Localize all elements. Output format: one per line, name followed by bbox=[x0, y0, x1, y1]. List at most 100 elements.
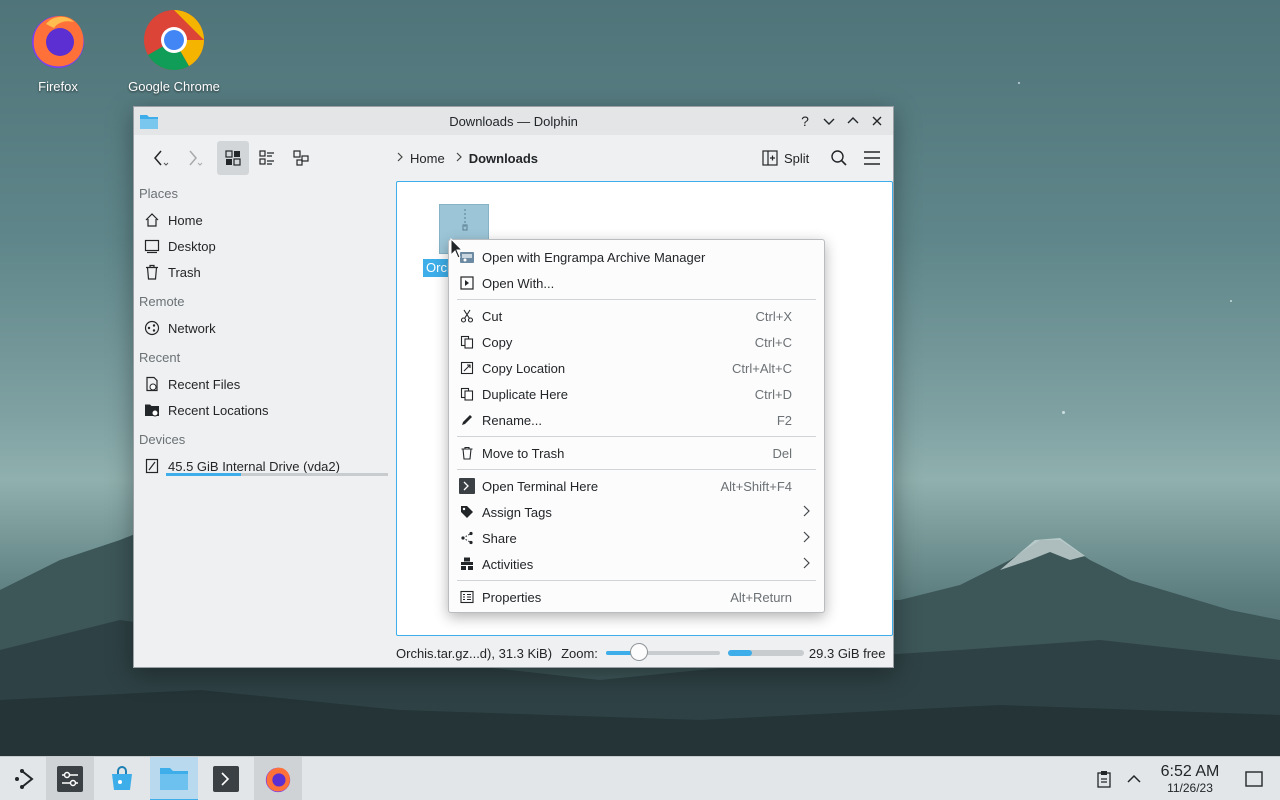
sidebar-item-recent-files[interactable]: Recent Files bbox=[134, 371, 392, 397]
menu-item-cut[interactable]: Cut Ctrl+X bbox=[449, 303, 824, 329]
menu-item-share[interactable]: Share bbox=[449, 525, 824, 551]
file-name-label[interactable]: Orchis.tar.gz bbox=[423, 259, 451, 277]
menu-item-open-with[interactable]: Open With... bbox=[449, 270, 824, 296]
menu-item-label: Open With... bbox=[482, 275, 555, 291]
menu-item-shortcut: Ctrl+Alt+C bbox=[732, 360, 792, 376]
mouse-cursor-icon bbox=[450, 238, 464, 259]
chevron-down-icon bbox=[823, 118, 835, 125]
launcher-icon bbox=[15, 769, 34, 789]
breadcrumb-downloads[interactable]: Downloads bbox=[469, 151, 538, 166]
search-icon bbox=[831, 150, 847, 166]
clock-date: 11/26/23 bbox=[1167, 781, 1213, 795]
system-tray-expander[interactable] bbox=[1116, 757, 1152, 800]
menu-item-shortcut: Ctrl+X bbox=[755, 308, 792, 324]
split-label: Split bbox=[784, 150, 810, 166]
sidebar-item-trash[interactable]: Trash bbox=[134, 259, 392, 285]
context-menu: Open with Engrampa Archive Manager Open … bbox=[448, 239, 825, 613]
sidebar-item-label: Recent Locations bbox=[168, 402, 269, 418]
desktop-icon-firefox[interactable]: Firefox bbox=[8, 8, 108, 94]
menu-item-copy-location[interactable]: Copy Location Ctrl+Alt+C bbox=[449, 355, 824, 381]
menu-item-label: Assign Tags bbox=[482, 504, 552, 520]
maximize-button[interactable] bbox=[843, 111, 863, 131]
menu-separator bbox=[457, 580, 816, 581]
menu-item-rename[interactable]: Rename... F2 bbox=[449, 407, 824, 433]
digital-clock[interactable]: 6:52 AM 11/26/23 bbox=[1150, 763, 1230, 795]
sidebar-section-recent: Recent bbox=[139, 350, 181, 365]
terminal-icon bbox=[213, 766, 239, 792]
sidebar-item-label: Network bbox=[168, 320, 216, 336]
sidebar-item-label: Home bbox=[168, 212, 203, 228]
icons-view-button[interactable] bbox=[217, 141, 249, 175]
menu-item-duplicate-here[interactable]: Duplicate Here Ctrl+D bbox=[449, 381, 824, 407]
sidebar-item-home[interactable]: Home bbox=[134, 207, 392, 233]
zoom-slider[interactable] bbox=[605, 643, 720, 661]
sidebar-section-places: Places bbox=[139, 186, 179, 201]
menu-item-move-to-trash[interactable]: Move to Trash Del bbox=[449, 440, 824, 466]
pencil-icon bbox=[459, 412, 475, 428]
toolbar: Home Downloads Split bbox=[134, 135, 893, 181]
back-button[interactable] bbox=[144, 141, 174, 175]
compact-view-button[interactable] bbox=[252, 141, 282, 175]
menu-item-label: Open with Engrampa Archive Manager bbox=[482, 249, 706, 265]
help-button[interactable]: ? bbox=[795, 111, 815, 131]
store-bag-icon bbox=[112, 766, 132, 790]
desktop-icon-label: Firefox bbox=[38, 79, 78, 94]
menu-item-activities[interactable]: Activities bbox=[449, 551, 824, 577]
menu-item-shortcut: F2 bbox=[776, 412, 792, 428]
taskbar-dolphin[interactable] bbox=[150, 757, 198, 800]
list-view-icon bbox=[259, 150, 274, 165]
menu-item-properties[interactable]: Properties Alt+Return bbox=[449, 584, 824, 610]
minimize-button[interactable] bbox=[819, 111, 839, 131]
menu-item-shortcut: Alt+Return bbox=[730, 589, 792, 605]
application-launcher[interactable] bbox=[0, 757, 48, 800]
trash-icon bbox=[144, 264, 160, 280]
tree-view-icon bbox=[293, 150, 309, 166]
sidebar-item-label: Desktop bbox=[168, 238, 216, 254]
tag-icon bbox=[459, 504, 475, 520]
hamburger-icon bbox=[864, 151, 880, 165]
menu-item-copy[interactable]: Copy Ctrl+C bbox=[449, 329, 824, 355]
copy-icon bbox=[459, 334, 475, 350]
chevron-up-icon bbox=[1127, 774, 1141, 783]
back-arrow-icon bbox=[154, 150, 169, 166]
settings-sliders-icon bbox=[57, 766, 83, 792]
forward-arrow-icon bbox=[189, 150, 203, 166]
sidebar-item-network[interactable]: Network bbox=[134, 315, 392, 341]
zoom-slider-handle[interactable] bbox=[629, 643, 648, 661]
menu-item-open-with-engrampa[interactable]: Open with Engrampa Archive Manager bbox=[449, 244, 824, 270]
chrome-icon bbox=[144, 10, 204, 71]
clipboard-icon bbox=[1097, 771, 1111, 788]
trash-icon bbox=[459, 445, 475, 461]
menu-item-assign-tags[interactable]: Assign Tags bbox=[449, 499, 824, 525]
taskbar-firefox[interactable] bbox=[254, 757, 302, 800]
star bbox=[1230, 300, 1232, 302]
show-desktop-button[interactable] bbox=[1236, 757, 1272, 800]
sidebar-item-label: Trash bbox=[168, 264, 201, 280]
star bbox=[1018, 82, 1020, 84]
forward-button[interactable] bbox=[178, 141, 208, 175]
taskbar-konsole[interactable] bbox=[202, 757, 250, 800]
search-button[interactable] bbox=[824, 141, 854, 175]
breadcrumb-home[interactable]: Home bbox=[410, 151, 445, 166]
close-button[interactable] bbox=[867, 111, 887, 131]
window-titlebar[interactable]: Downloads — Dolphin ? bbox=[134, 107, 893, 135]
desktop-icon-chrome[interactable]: Google Chrome bbox=[124, 8, 224, 94]
taskbar-discover[interactable] bbox=[98, 757, 146, 800]
firefox-icon bbox=[32, 16, 84, 68]
menu-item-open-terminal-here[interactable]: Open Terminal Here Alt+Shift+F4 bbox=[449, 473, 824, 499]
taskbar: 6:52 AM 11/26/23 bbox=[0, 756, 1280, 800]
grid-icon bbox=[225, 150, 241, 166]
duplicate-icon bbox=[459, 386, 475, 402]
activities-icon bbox=[459, 556, 475, 572]
drive-icon bbox=[144, 458, 160, 474]
taskbar-system-settings[interactable] bbox=[46, 757, 94, 800]
sidebar-item-recent-locations[interactable]: Recent Locations bbox=[134, 397, 392, 423]
sidebar-item-desktop[interactable]: Desktop bbox=[134, 233, 392, 259]
status-info: Orchis.tar.gz...d), 31.3 KiB) bbox=[396, 645, 553, 661]
split-button[interactable]: Split bbox=[758, 141, 813, 175]
open-with-icon bbox=[459, 275, 475, 291]
menu-item-shortcut: Alt+Shift+F4 bbox=[720, 478, 792, 494]
chevron-right-icon bbox=[802, 557, 810, 572]
menu-button[interactable] bbox=[857, 141, 887, 175]
details-view-button[interactable] bbox=[286, 141, 316, 175]
